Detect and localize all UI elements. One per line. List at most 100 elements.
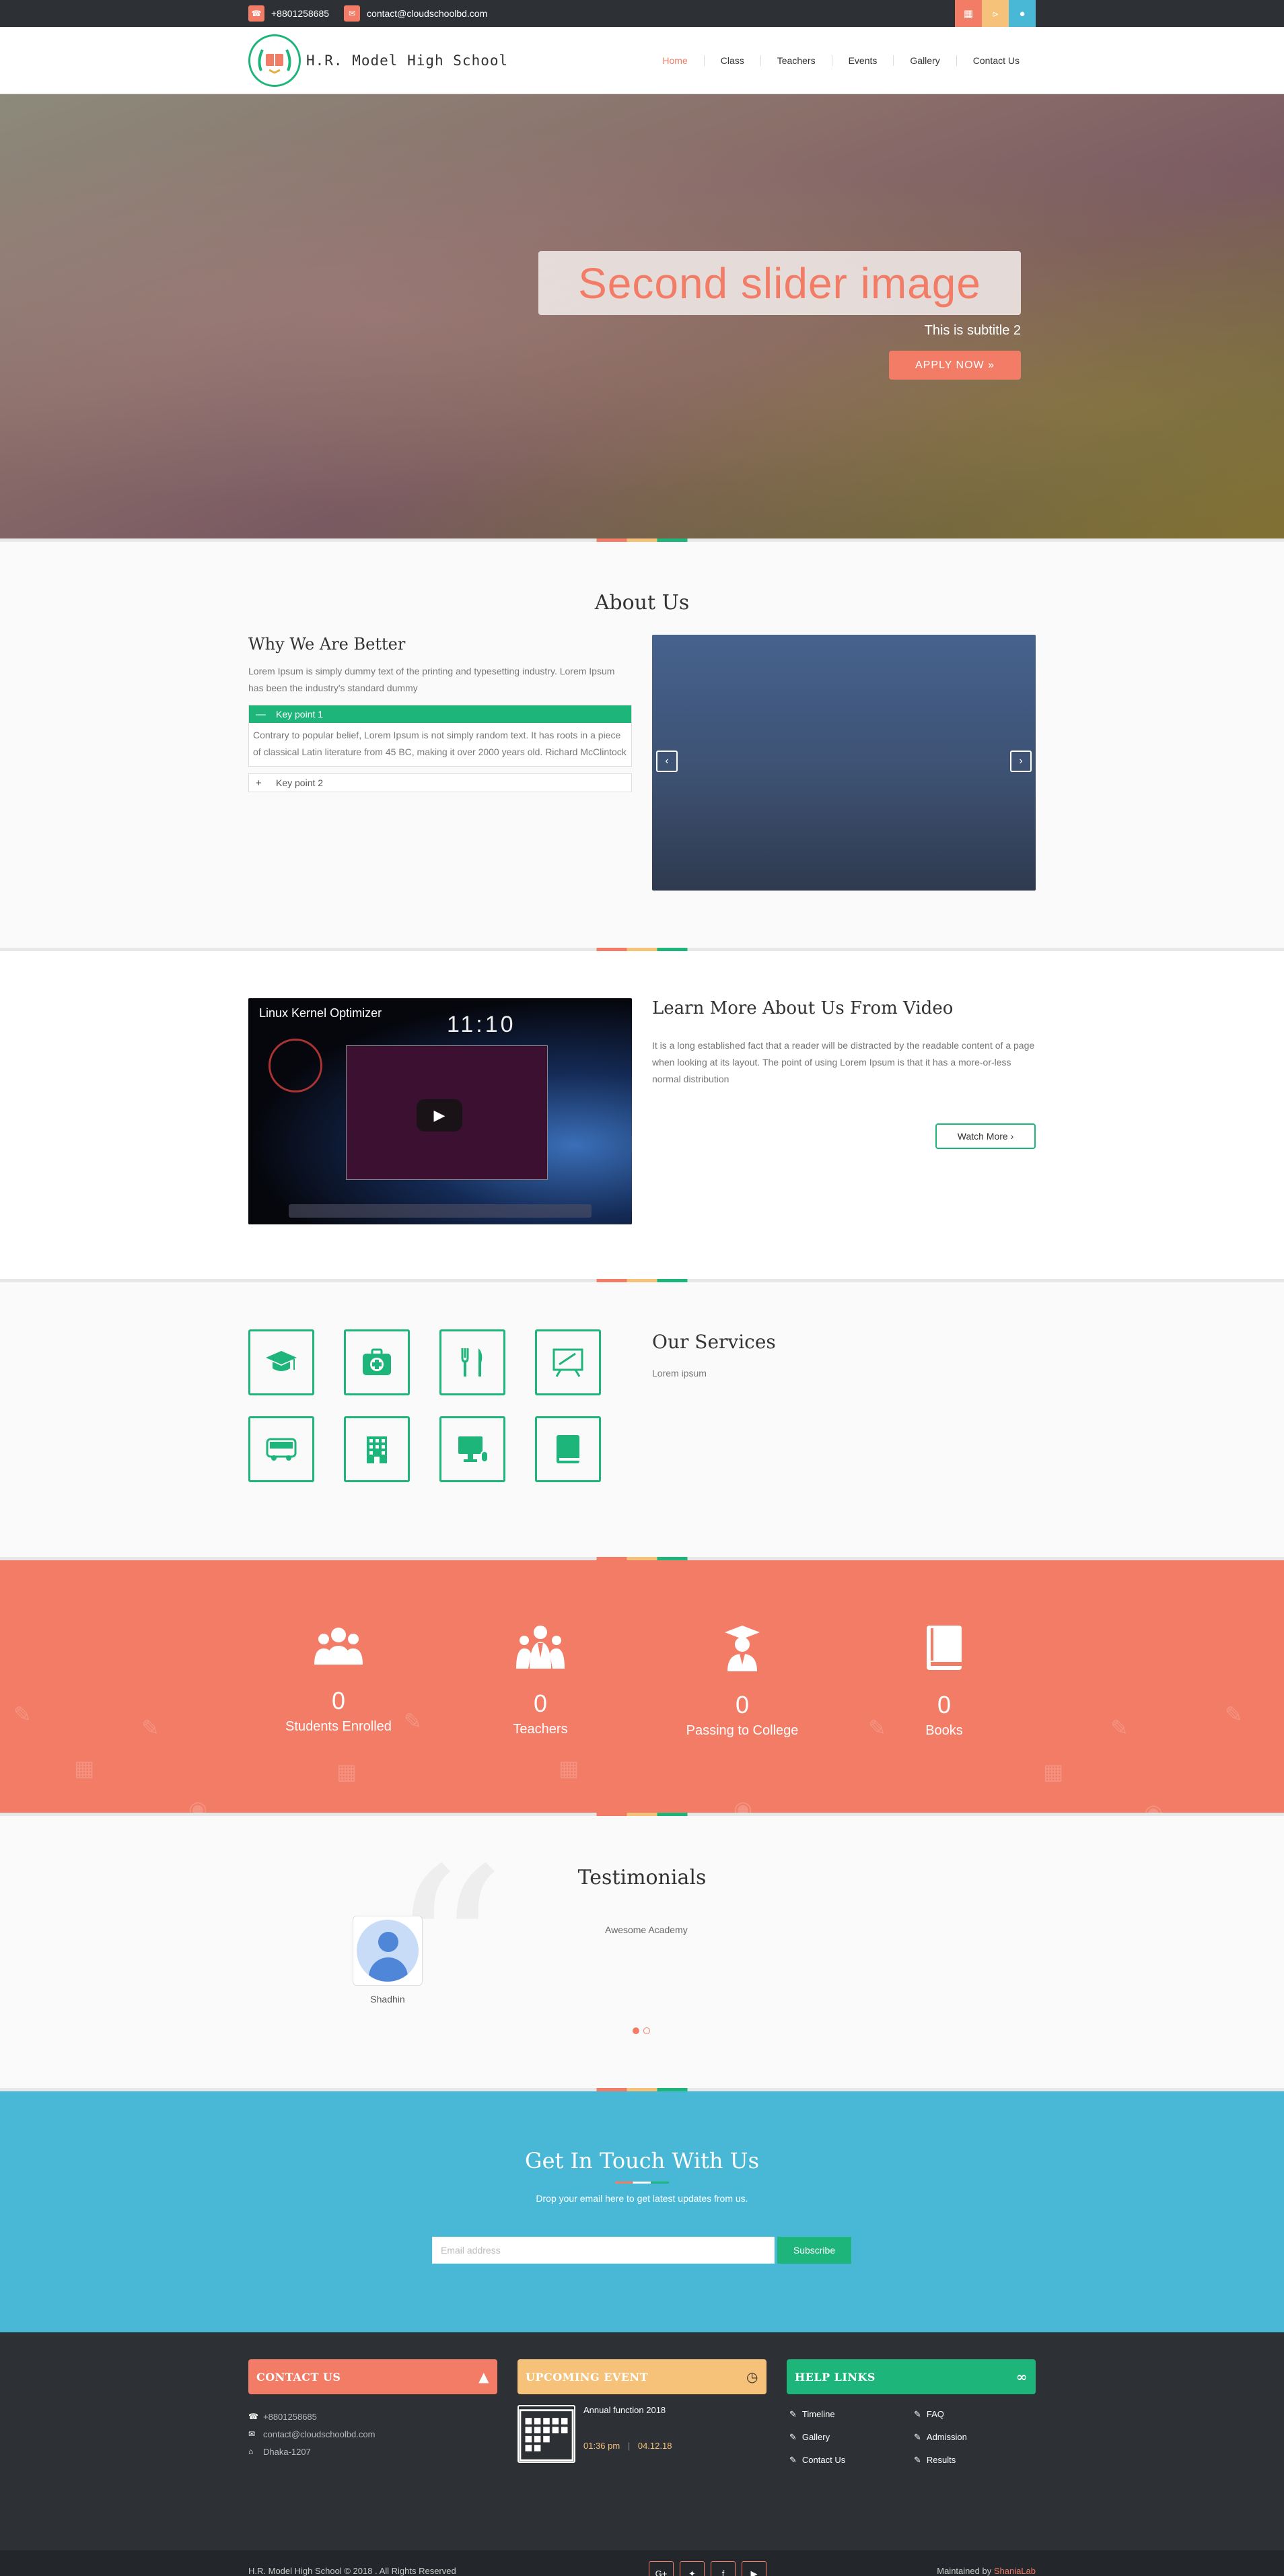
nav-contact-us[interactable]: Contact Us	[956, 55, 1036, 66]
teachers-icon	[516, 1626, 565, 1669]
stat-students-value: 0	[331, 1687, 346, 1714]
minus-icon: —	[256, 708, 266, 720]
stat-books: 0 Books	[863, 1624, 1025, 1739]
topbar-email-text: contact@cloudschoolbd.com	[367, 8, 488, 19]
pencil-icon: ✎	[914, 2409, 921, 2419]
pencil-icon: ✎	[789, 2455, 797, 2465]
graduation-cap-icon: ▲	[478, 2369, 489, 2385]
stat-college-value: 0	[735, 1691, 750, 1718]
stat-college-label: Passing to College	[686, 1723, 799, 1738]
computer-icon[interactable]	[439, 1416, 505, 1482]
video-title: Linux Kernel Optimizer	[259, 1006, 382, 1020]
about-image-slider: ‹ ›	[652, 635, 1036, 891]
cutlery-icon[interactable]	[439, 1329, 505, 1395]
building-icon[interactable]	[344, 1416, 410, 1482]
testimonials-section: “ Testimonials Shadhin Awesome Academy	[0, 1816, 1284, 2088]
topbar-phone[interactable]: ☎ +8801258685	[248, 5, 329, 22]
footer-event: UPCOMING EVENT ◷ Annual function 2018 01…	[518, 2359, 766, 2463]
apply-now-button[interactable]: APPLY NOW »	[889, 351, 1021, 380]
dock-graphic	[289, 1204, 592, 1218]
email-field[interactable]: Email address	[432, 2237, 775, 2264]
pagination-dot-2[interactable]	[643, 2027, 650, 2034]
help-link-faq[interactable]: ✎ FAQ	[911, 2409, 1036, 2420]
nav-teachers[interactable]: Teachers	[760, 55, 832, 66]
nav-home[interactable]: Home	[646, 55, 703, 66]
video-player[interactable]: 11:10 Linux Kernel Optimizer ▶	[248, 998, 632, 1224]
google-plus-icon[interactable]: G+	[649, 2561, 674, 2576]
accordion-header-1[interactable]: — Key point 1	[249, 705, 631, 723]
blackboard-icon[interactable]	[535, 1329, 601, 1395]
twitter-icon[interactable]: ✦	[680, 2561, 705, 2576]
calendar-icon[interactable]: ▦	[955, 0, 982, 27]
footer-email[interactable]: ✉ contact@cloudschoolbd.com	[248, 2425, 497, 2443]
group-icon	[314, 1628, 363, 1665]
about-section: About Us Why We Are Better Lorem Ipsum i…	[0, 542, 1284, 948]
accordion-header-2[interactable]: + Key point 2	[249, 774, 631, 792]
home-icon: ⌂	[248, 2447, 254, 2456]
event-item[interactable]: Annual function 2018 01:36 pm | 04.12.18	[518, 2405, 766, 2463]
event-time: 01:36 pm	[583, 2441, 620, 2451]
clock-icon: ◷	[746, 2369, 758, 2385]
about-subtitle: Why We Are Better	[248, 635, 406, 654]
nav-class[interactable]: Class	[703, 55, 760, 66]
help-link-admission[interactable]: ✎ Admission	[911, 2432, 1036, 2443]
play-icon[interactable]: ▶	[417, 1099, 462, 1132]
pagination-dot-1[interactable]	[633, 2027, 639, 2034]
stat-books-label: Books	[925, 1723, 963, 1738]
event-heading-label: UPCOMING EVENT	[526, 2370, 649, 2383]
footer-help: HELP LINKS ∞ ✎ Timeline ✎ FAQ ✎ Gallery ✎ Ad…	[787, 2359, 1036, 2466]
calendar-icon	[518, 2405, 575, 2463]
testimonial-text: Awesome Academy	[605, 1924, 688, 1935]
slider-next-icon[interactable]: ›	[1010, 751, 1032, 772]
logo-text[interactable]: H.R. Model High School	[306, 53, 508, 69]
nav-events[interactable]: Events	[831, 55, 894, 66]
services-title: Our Services	[652, 1331, 776, 1353]
help-link-results[interactable]: ✎ Results	[911, 2455, 1036, 2466]
pencil-icon: ✎	[914, 2455, 921, 2465]
site-header: H.R. Model High School Home Class Teache…	[0, 27, 1284, 94]
help-link-contact[interactable]: ✎ Contact Us	[787, 2455, 911, 2466]
nav-gallery[interactable]: Gallery	[893, 55, 956, 66]
newsletter-subtitle: Drop your email here to get latest updat…	[536, 2193, 748, 2204]
accordion-item-2: + Key point 2	[248, 773, 632, 792]
footer-contact: CONTACT US ▲ ☎ +8801258685 ✉ contact@cloud…	[248, 2359, 497, 2460]
video-section: 11:10 Linux Kernel Optimizer ▶ Learn Mor…	[0, 951, 1284, 1279]
phone-icon: ☎	[248, 2412, 258, 2421]
testimonial-pagination	[633, 2027, 650, 2034]
video-text: It is a long established fact that a rea…	[652, 1040, 1035, 1084]
medical-kit-icon[interactable]	[344, 1329, 410, 1395]
facebook-icon[interactable]: f	[711, 2561, 736, 2576]
maintainer-link[interactable]: ShaniaLab	[994, 2566, 1036, 2576]
newsletter-form: Email address Subscribe	[432, 2237, 851, 2264]
logo-icon[interactable]	[248, 34, 301, 87]
help-link-timeline[interactable]: ✎ Timeline	[787, 2409, 911, 2420]
contact-heading-label: CONTACT US	[256, 2370, 341, 2383]
contact-heading: CONTACT US ▲	[248, 2359, 497, 2394]
stat-students: 0 Students Enrolled	[258, 1624, 419, 1735]
footer-address: ⌂ Dhaka-1207	[248, 2446, 311, 2457]
book-icon[interactable]	[535, 1416, 601, 1482]
footer-phone[interactable]: ☎ +8801258685	[248, 2408, 497, 2425]
share-icon[interactable]: ⪧	[982, 0, 1009, 27]
top-bar: ☎ +8801258685 ✉ contact@cloudschoolbd.co…	[0, 0, 1284, 27]
copyright-text: H.R. Model High School © 2018 . All Righ…	[248, 2566, 456, 2576]
watch-more-button[interactable]: Watch More ›	[935, 1123, 1036, 1149]
stat-college: 0 Passing to College	[662, 1624, 823, 1739]
topbar-email[interactable]: ✉ contact@cloudschoolbd.com	[344, 5, 487, 22]
hero-title-box: Second slider image	[538, 251, 1021, 315]
help-heading-label: HELP LINKS	[795, 2370, 876, 2383]
stats-section: ✎ ▦ ✎ ◉ ▦ ✎ ▦ ◉ ✎ ▦ ✎ ✎ ◉ 0 Students Enr…	[0, 1560, 1284, 1813]
youtube-icon[interactable]: ▶	[742, 2561, 766, 2576]
stat-teachers-value: 0	[533, 1690, 548, 1717]
social-links: G+ ✦ f ▶	[649, 2561, 766, 2576]
subscribe-button[interactable]: Subscribe	[777, 2237, 851, 2264]
event-date: 04.12.18	[637, 2441, 672, 2451]
accordion-label-2: Key point 2	[276, 777, 324, 788]
help-heading: HELP LINKS ∞	[787, 2359, 1036, 2394]
graduation-cap-icon[interactable]	[248, 1329, 314, 1395]
bus-icon[interactable]	[248, 1416, 314, 1482]
person-icon[interactable]: ●	[1009, 0, 1036, 27]
help-link-gallery[interactable]: ✎ Gallery	[787, 2432, 911, 2443]
slider-prev-icon[interactable]: ‹	[656, 751, 678, 772]
pencil-icon: ✎	[789, 2432, 797, 2442]
